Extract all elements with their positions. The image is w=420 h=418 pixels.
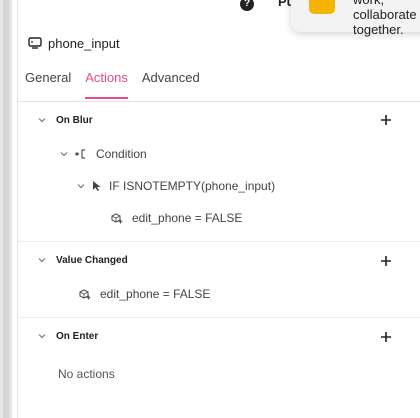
section-title: Value Changed (56, 254, 128, 266)
tabs-divider (17, 101, 420, 102)
condition-label: Condition (96, 147, 147, 161)
tab-bar: General Actions Advanced (25, 70, 214, 102)
tab-advanced[interactable]: Advanced (142, 70, 200, 100)
tab-general[interactable]: General (25, 70, 71, 100)
add-action-value-changed-icon[interactable] (380, 255, 392, 267)
left-rail-scroll[interactable] (3, 0, 9, 418)
if-condition-label: IF ISNOTEMPTY(phone_input) (109, 179, 276, 193)
cursor-icon (93, 181, 101, 191)
tab-actions[interactable]: Actions (85, 70, 128, 100)
section-value-changed-header[interactable]: Value Changed (38, 252, 128, 268)
condition-icon (75, 149, 85, 159)
set-variable-icon (79, 289, 91, 300)
chevron-down-icon[interactable] (38, 332, 46, 340)
section-on-enter-header[interactable]: On Enter (38, 328, 98, 344)
action-label: edit_phone = FALSE (100, 287, 211, 301)
component-header: phone_input (28, 34, 120, 52)
action-label: edit_phone = FALSE (132, 211, 243, 225)
toast-icon (309, 0, 335, 14)
section-title: On Enter (56, 330, 99, 342)
empty-state: No actions (58, 366, 115, 382)
add-action-on-enter-icon[interactable] (380, 331, 392, 343)
section-on-blur-header[interactable]: On Blur (38, 112, 93, 128)
toast-notification: work, collaborate together. (291, 0, 420, 37)
if-branch-row[interactable]: IF ISNOTEMPTY(phone_input) (77, 178, 275, 194)
action-row[interactable]: edit_phone = FALSE (78, 286, 210, 302)
component-icon (28, 37, 42, 49)
section-title: On Blur (56, 114, 93, 126)
properties-panel (17, 0, 420, 418)
chevron-down-icon[interactable] (60, 150, 68, 158)
chevron-down-icon[interactable] (38, 256, 46, 264)
condition-row[interactable]: Condition (60, 146, 147, 162)
action-row[interactable]: edit_phone = FALSE (110, 210, 242, 226)
left-rail (0, 0, 12, 418)
toast-text: work, collaborate together. (353, 0, 417, 37)
add-action-on-blur-icon[interactable] (380, 114, 392, 126)
no-actions-label: No actions (58, 367, 115, 381)
section-divider (17, 317, 420, 318)
component-name: phone_input (48, 35, 120, 51)
set-variable-icon (111, 213, 123, 224)
chevron-down-icon[interactable] (38, 116, 46, 124)
section-divider (17, 241, 420, 242)
chevron-down-icon[interactable] (77, 182, 85, 190)
